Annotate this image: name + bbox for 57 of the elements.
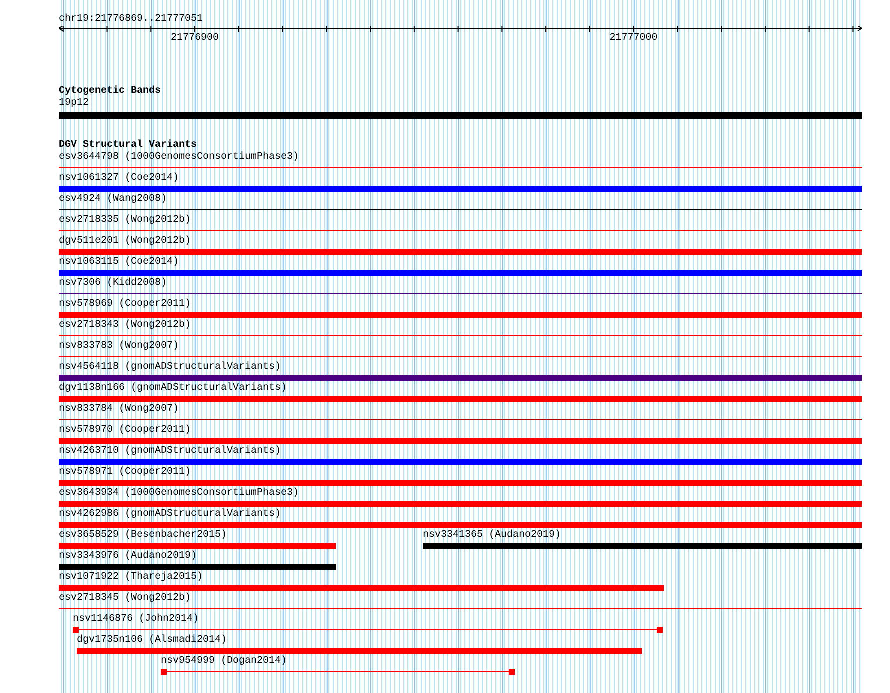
variant-line[interactable] xyxy=(59,167,862,168)
variant-line[interactable] xyxy=(59,335,862,336)
variant-label: nsv4262986 (gnomADStructuralVariants) xyxy=(59,509,282,521)
variant-bar[interactable] xyxy=(59,480,862,486)
variant-line[interactable] xyxy=(59,419,862,420)
variant-label: nsv1063115 (Coe2014) xyxy=(59,257,180,269)
band-bar[interactable] xyxy=(59,112,862,119)
variant-bar[interactable] xyxy=(59,375,862,381)
variant-bar[interactable] xyxy=(59,249,862,255)
variant-bar[interactable] xyxy=(59,459,862,465)
variant-label: nsv3341365 (Audano2019) xyxy=(423,530,562,542)
variant-line[interactable] xyxy=(59,209,862,210)
variant-label: dgv511e201 (Wong2012b) xyxy=(59,236,192,248)
variant-bar[interactable] xyxy=(59,522,862,528)
variant-label: esv2718335 (Wong2012b) xyxy=(59,215,192,227)
variant-bar[interactable] xyxy=(59,501,862,507)
variant-bar[interactable] xyxy=(59,270,862,276)
variant-label: nsv954999 (Dogan2014) xyxy=(161,656,288,668)
location-text: chr19:21776869..21777051 xyxy=(59,14,204,26)
variant-bar[interactable] xyxy=(77,648,642,654)
variant-label: esv3643934 (1000GenomesConsortiumPhase3) xyxy=(59,488,300,500)
variant-bar[interactable] xyxy=(59,585,664,591)
variant-bar[interactable] xyxy=(59,186,862,192)
variant-line[interactable] xyxy=(59,356,862,357)
variant-label: nsv3343976 (Audano2019) xyxy=(59,551,198,563)
ruler-tick-label: 21777000 xyxy=(610,33,658,45)
ruler-tick-label: 21776900 xyxy=(171,33,220,45)
variant-label: nsv578969 (Cooper2011) xyxy=(59,299,192,311)
variant-line[interactable] xyxy=(59,608,862,609)
variant-label: esv4924 (Wang2008) xyxy=(59,194,168,206)
variant-label: dgv1735n106 (Alsmadi2014) xyxy=(77,635,228,647)
variant-label: nsv833784 (Wong2007) xyxy=(59,404,180,416)
variant-label: nsv1061327 (Coe2014) xyxy=(59,173,180,185)
variant-label: dgv1138n166 (gnomADStructuralVariants) xyxy=(59,383,288,395)
variant-bar[interactable] xyxy=(59,396,862,402)
variant-bar[interactable] xyxy=(59,543,336,549)
band-label: 19p12 xyxy=(59,98,90,110)
variant-line[interactable] xyxy=(59,230,862,231)
variant-bar[interactable] xyxy=(59,564,336,570)
variant-label: nsv4564118 (gnomADStructuralVariants) xyxy=(59,362,282,374)
variant-bar[interactable] xyxy=(423,543,862,549)
variant-label: esv2718343 (Wong2012b) xyxy=(59,320,192,332)
variant-bar[interactable] xyxy=(59,438,862,444)
track-title: Cytogenetic Bands xyxy=(59,86,162,98)
variant-bar[interactable] xyxy=(59,312,862,318)
variant-label: nsv1146876 (John2014) xyxy=(73,614,200,626)
variant-label: esv3658529 (Besenbacher2015) xyxy=(59,530,228,542)
variant-label: nsv7306 (Kidd2008) xyxy=(59,278,168,290)
variant-label: nsv578971 (Cooper2011) xyxy=(59,467,192,479)
variant-label: esv3644798 (1000GenomesConsortiumPhase3) xyxy=(59,152,300,164)
variant-label: nsv578970 (Cooper2011) xyxy=(59,425,192,437)
variant-label: nsv833783 (Wong2007) xyxy=(59,341,180,353)
track-title: DGV Structural Variants xyxy=(59,140,198,152)
variant-label: nsv4263710 (gnomADStructuralVariants) xyxy=(59,446,282,458)
variant-label: esv2718345 (Wong2012b) xyxy=(59,593,192,605)
variant-line[interactable] xyxy=(59,293,862,294)
variant-label: nsv1071922 (Thareja2015) xyxy=(59,572,204,584)
